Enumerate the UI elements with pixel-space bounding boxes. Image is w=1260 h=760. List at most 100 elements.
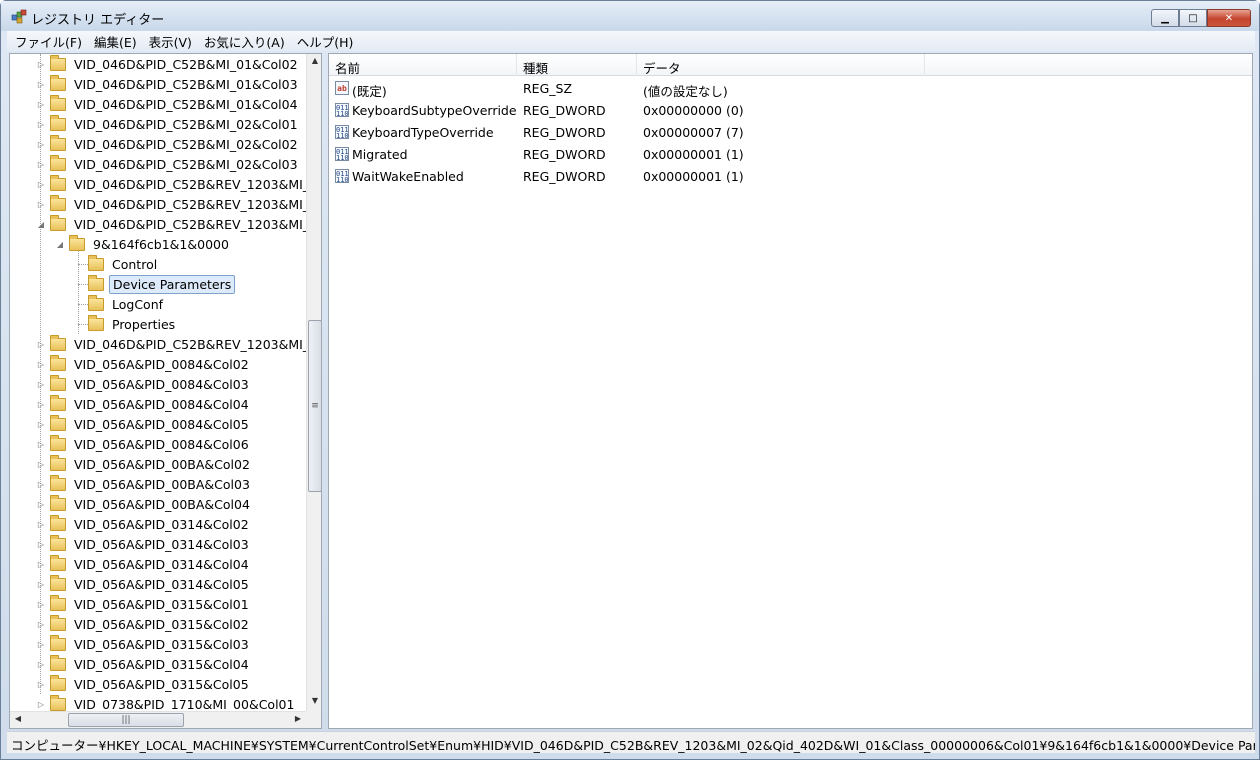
tree-node[interactable]: Properties xyxy=(74,314,178,334)
expand-arrow-icon[interactable]: ▷ xyxy=(36,700,46,709)
tree-node[interactable]: ▷ VID_046D&PID_C52B&MI_02&Col02 xyxy=(36,134,301,154)
tree-node[interactable]: ▷ VID_056A&PID_0084&Col06 xyxy=(36,434,252,454)
tree-node-label[interactable]: VID_056A&PID_0314&Col05 xyxy=(71,576,252,593)
value-row[interactable]: 011 110 KeyboardTypeOverride REG_DWORD 0x000… xyxy=(329,122,1252,144)
tree-node-label[interactable]: VID_046D&PID_C52B&REV_1203&MI_02 xyxy=(71,196,321,213)
expand-arrow-icon[interactable]: ▷ xyxy=(36,600,46,609)
menu-help[interactable]: ヘルプ(H) xyxy=(291,32,360,51)
tree-node[interactable]: ▷ VID_056A&PID_0084&Col04 xyxy=(36,394,252,414)
tree-node[interactable]: ▷ VID_056A&PID_00BA&Col02 xyxy=(36,454,253,474)
scroll-up-arrow-icon[interactable]: ▲ xyxy=(307,56,321,65)
values-list[interactable]: 名前 種類 データ ab (既定) REG_SZ (値の設定なし) 011 110 Keyb… xyxy=(328,53,1253,729)
expand-arrow-icon[interactable]: ▷ xyxy=(36,420,46,429)
tree-node-label[interactable]: VID_056A&PID_0084&Col02 xyxy=(71,356,252,373)
tree-node-label[interactable]: VID_056A&PID_00BA&Col04 xyxy=(71,496,253,513)
tree-node[interactable]: ▷ VID_056A&PID_0314&Col02 xyxy=(36,514,252,534)
tree-node[interactable]: Control xyxy=(74,254,160,274)
expand-arrow-icon[interactable]: ▷ xyxy=(36,120,46,129)
tree-node-label[interactable]: VID_056A&PID_0314&Col02 xyxy=(71,516,252,533)
collapse-arrow-icon[interactable]: ◢ xyxy=(55,240,65,249)
tree-node[interactable]: ▷ VID_056A&PID_0315&Col01 xyxy=(36,594,252,614)
expand-arrow-icon[interactable]: ▷ xyxy=(36,80,46,89)
minimize-button[interactable]: ▁ xyxy=(1151,9,1179,27)
tree-node[interactable]: ▷ VID_056A&PID_0084&Col02 xyxy=(36,354,252,374)
menu-view[interactable]: 表示(V) xyxy=(143,32,198,51)
tree-node[interactable]: ◢ 9&164f6cb1&1&0000 xyxy=(55,234,232,254)
tree-node[interactable]: ▷ VID_056A&PID_0314&Col04 xyxy=(36,554,252,574)
tree-node-label[interactable]: Control xyxy=(109,256,160,273)
collapse-arrow-icon[interactable]: ◢ xyxy=(36,220,46,229)
expand-arrow-icon[interactable]: ▷ xyxy=(36,680,46,689)
tree-node[interactable]: ▷ VID_046D&PID_C52B&MI_01&Col02 xyxy=(36,54,301,74)
tree-horizontal-scroll-thumb[interactable]: ||| xyxy=(68,713,184,727)
tree-node-label[interactable]: LogConf xyxy=(109,296,166,313)
tree-node[interactable]: ▷ VID_046D&PID_C52B&MI_01&Col03 xyxy=(36,74,301,94)
column-header-type[interactable]: 種類 xyxy=(517,54,637,76)
tree-vertical-scroll-thumb[interactable]: ≡ xyxy=(308,320,321,492)
expand-arrow-icon[interactable]: ▷ xyxy=(36,380,46,389)
value-row[interactable]: 011 110 Migrated REG_DWORD 0x00000001 (1) xyxy=(329,144,1252,166)
tree-node-label[interactable]: 9&164f6cb1&1&0000 xyxy=(90,236,232,253)
tree-node[interactable]: ▷ VID_046D&PID_C52B&REV_1203&MI_02 xyxy=(36,334,321,354)
expand-arrow-icon[interactable]: ▷ xyxy=(36,160,46,169)
expand-arrow-icon[interactable]: ▷ xyxy=(36,140,46,149)
menu-favorites[interactable]: お気に入り(A) xyxy=(198,32,291,51)
tree-node-label[interactable]: VID_056A&PID_0314&Col03 xyxy=(71,536,252,553)
tree-node-label[interactable]: VID_046D&PID_C52B&MI_02&Col01 xyxy=(71,116,301,133)
tree-node-label[interactable]: VID_056A&PID_0315&Col03 xyxy=(71,636,252,653)
tree-node[interactable]: ▷ VID_056A&PID_0315&Col05 xyxy=(36,674,252,694)
expand-arrow-icon[interactable]: ▷ xyxy=(36,480,46,489)
tree-node[interactable]: ◢ VID_046D&PID_C52B&REV_1203&MI_02 xyxy=(36,214,321,234)
tree-node-label[interactable]: VID_056A&PID_0315&Col02 xyxy=(71,616,252,633)
expand-arrow-icon[interactable]: ▷ xyxy=(36,520,46,529)
title-bar[interactable]: レジストリ エディター ▁ □ ✕ xyxy=(1,1,1259,31)
tree-node[interactable]: ▷ VID_056A&PID_0314&Col03 xyxy=(36,534,252,554)
value-row[interactable]: 011 110 KeyboardSubtypeOverride REG_DWORD 0x… xyxy=(329,100,1252,122)
value-row[interactable]: ab (既定) REG_SZ (値の設定なし) xyxy=(329,78,1252,100)
expand-arrow-icon[interactable]: ▷ xyxy=(36,660,46,669)
tree-node[interactable]: LogConf xyxy=(74,294,166,314)
expand-arrow-icon[interactable]: ▷ xyxy=(36,360,46,369)
expand-arrow-icon[interactable]: ▷ xyxy=(36,340,46,349)
column-header-data[interactable]: データ xyxy=(637,54,925,76)
tree-node-label[interactable]: VID_056A&PID_0084&Col06 xyxy=(71,436,252,453)
expand-arrow-icon[interactable]: ▷ xyxy=(36,460,46,469)
tree-horizontal-scrollbar[interactable]: ◀ ||| ▶ xyxy=(10,711,306,728)
scroll-down-arrow-icon[interactable]: ▼ xyxy=(307,696,321,705)
expand-arrow-icon[interactable]: ▷ xyxy=(36,640,46,649)
tree-node[interactable]: ▷ VID_046D&PID_C52B&MI_01&Col04 xyxy=(36,94,301,114)
expand-arrow-icon[interactable]: ▷ xyxy=(36,560,46,569)
expand-arrow-icon[interactable]: ▷ xyxy=(36,580,46,589)
value-row[interactable]: 011 110 WaitWakeEnabled REG_DWORD 0x00000001… xyxy=(329,166,1252,188)
tree-node-label[interactable]: VID_056A&PID_0084&Col05 xyxy=(71,416,252,433)
expand-arrow-icon[interactable]: ▷ xyxy=(36,400,46,409)
expand-arrow-icon[interactable]: ▷ xyxy=(36,620,46,629)
tree-node[interactable]: ▷ VID_056A&PID_0315&Col04 xyxy=(36,654,252,674)
tree-node[interactable]: Device Parameters xyxy=(74,274,236,294)
maximize-button[interactable]: □ xyxy=(1179,9,1207,27)
tree-node[interactable]: ▷ VID_056A&PID_0084&Col05 xyxy=(36,414,252,434)
menu-edit[interactable]: 編集(E) xyxy=(88,32,143,51)
expand-arrow-icon[interactable]: ▷ xyxy=(36,500,46,509)
tree-node-label[interactable]: Properties xyxy=(109,316,178,333)
expand-arrow-icon[interactable]: ▷ xyxy=(36,100,46,109)
tree-node[interactable]: ▷ VID_046D&PID_C52B&MI_02&Col03 xyxy=(36,154,301,174)
tree-node-label[interactable]: VID_046D&PID_C52B&REV_1203&MI_02 xyxy=(71,216,321,233)
tree-node-label[interactable]: VID_056A&PID_0084&Col03 xyxy=(71,376,252,393)
tree-node-label-selected[interactable]: Device Parameters xyxy=(109,274,236,294)
expand-arrow-icon[interactable]: ▷ xyxy=(36,440,46,449)
tree-node-label[interactable]: VID_046D&PID_C52B&MI_01&Col02 xyxy=(71,56,301,73)
scroll-right-arrow-icon[interactable]: ▶ xyxy=(290,714,306,723)
tree-node[interactable]: ▷ VID_056A&PID_0315&Col03 xyxy=(36,634,252,654)
tree-node-label[interactable]: VID_046D&PID_C52B&REV_1203&MI_02 xyxy=(71,176,321,193)
column-header-name[interactable]: 名前 xyxy=(329,54,517,76)
tree-node-label[interactable]: VID_046D&PID_C52B&MI_02&Col02 xyxy=(71,136,301,153)
expand-arrow-icon[interactable]: ▷ xyxy=(36,180,46,189)
tree-node-label[interactable]: VID_056A&PID_0314&Col04 xyxy=(71,556,252,573)
expand-arrow-icon[interactable]: ▷ xyxy=(36,540,46,549)
tree-node[interactable]: ▷ VID_056A&PID_0315&Col02 xyxy=(36,614,252,634)
tree-node[interactable]: ▷ VID_056A&PID_00BA&Col04 xyxy=(36,494,253,514)
tree-node-label[interactable]: VID_056A&PID_0315&Col04 xyxy=(71,656,252,673)
tree-vertical-scrollbar[interactable]: ▲ ≡ ▼ xyxy=(306,54,321,711)
tree-node[interactable]: ▷ VID_046D&PID_C52B&REV_1203&MI_02 xyxy=(36,174,321,194)
